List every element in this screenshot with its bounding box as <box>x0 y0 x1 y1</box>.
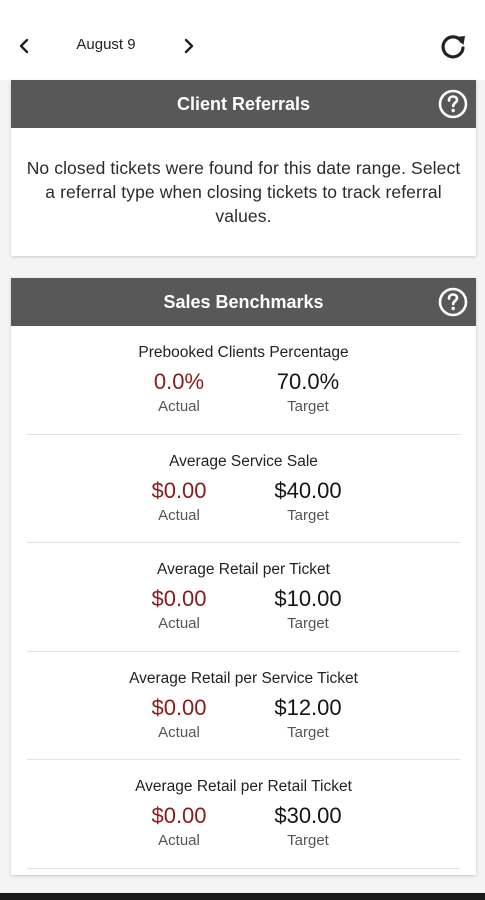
benchmark-row: Average Retail per Service Ticket $0.00 … <box>27 652 460 760</box>
actual-label: Actual <box>158 398 200 415</box>
next-date-button[interactable] <box>177 32 201 60</box>
benchmark-title: Average Service Sale <box>169 452 318 470</box>
target-label: Target <box>287 506 329 524</box>
target-value: $30.00 <box>274 803 342 828</box>
actual-value: 0.0% <box>153 369 205 394</box>
bottom-bar <box>0 893 485 900</box>
actual-metric: $0.00 Actual <box>124 802 234 849</box>
actual-metric: $0.00 Actual <box>124 477 234 524</box>
benchmark-row: Average Service Sale $0.00 Actual $40.00… <box>27 435 460 543</box>
target-metric: 70.0% Target <box>253 368 363 415</box>
target-value: $12.00 <box>274 694 342 720</box>
target-metric: $30.00 Target <box>253 802 363 849</box>
target-metric: $12.00 Target <box>253 694 363 741</box>
target-metric: $10.00 Target <box>253 585 363 632</box>
target-label: Target <box>287 615 329 632</box>
date-navigation-bar: August 9 <box>0 0 485 80</box>
actual-label: Actual <box>158 723 200 741</box>
target-value: $40.00 <box>274 477 342 503</box>
actual-value: $0.00 <box>151 803 207 828</box>
target-label: Target <box>287 832 329 849</box>
chevron-left-icon <box>19 38 29 54</box>
actual-value: $0.00 <box>151 586 207 611</box>
client-referrals-title: Client Referrals <box>176 93 311 114</box>
target-metric: $40.00 Target <box>253 477 363 524</box>
sales-benchmarks-card: Sales Benchmarks Prebooked Clients Perce… <box>11 278 476 875</box>
sales-benchmarks-header: Sales Benchmarks <box>11 278 476 326</box>
client-referrals-card: Client Referrals No closed tickets were … <box>11 80 476 256</box>
benchmark-list: Prebooked Clients Percentage 0.0% Actual… <box>11 326 476 875</box>
help-circle-icon[interactable] <box>438 287 468 317</box>
benchmark-title: Average Retail per Service Ticket <box>129 669 358 687</box>
benchmark-title: Prebooked Clients Percentage <box>138 344 349 361</box>
chevron-right-icon <box>184 38 194 54</box>
client-referrals-body: No closed tickets were found for this da… <box>11 128 476 256</box>
benchmark-row: Prebooked Clients Percentage 0.0% Actual… <box>27 326 460 435</box>
actual-label: Actual <box>158 506 200 524</box>
target-value: $10.00 <box>274 586 342 611</box>
actual-metric: $0.00 Actual <box>124 694 234 741</box>
current-date-label[interactable]: August 9 <box>58 36 154 53</box>
benchmark-title: Average Retail per Ticket <box>157 561 330 578</box>
sales-benchmarks-title: Sales Benchmarks <box>163 291 324 312</box>
empty-state-message: No closed tickets were found for this da… <box>26 158 461 226</box>
actual-value: $0.00 <box>151 477 207 503</box>
refresh-button[interactable] <box>436 30 470 64</box>
refresh-icon <box>441 35 465 59</box>
target-label: Target <box>287 723 329 741</box>
actual-label: Actual <box>158 615 200 632</box>
actual-label: Actual <box>158 832 200 849</box>
help-circle-icon[interactable] <box>438 89 468 119</box>
target-value: 70.0% <box>276 369 340 394</box>
benchmark-row: Average Retail per Retail Ticket $0.00 A… <box>27 760 460 869</box>
target-label: Target <box>287 398 329 415</box>
client-referrals-header: Client Referrals <box>11 80 476 128</box>
benchmark-row: Average Retail per Ticket $0.00 Actual $… <box>27 543 460 652</box>
benchmark-title: Average Retail per Retail Ticket <box>135 778 352 795</box>
actual-metric: 0.0% Actual <box>124 368 234 415</box>
actual-value: $0.00 <box>151 694 207 720</box>
previous-date-button[interactable] <box>12 32 36 60</box>
actual-metric: $0.00 Actual <box>124 585 234 632</box>
